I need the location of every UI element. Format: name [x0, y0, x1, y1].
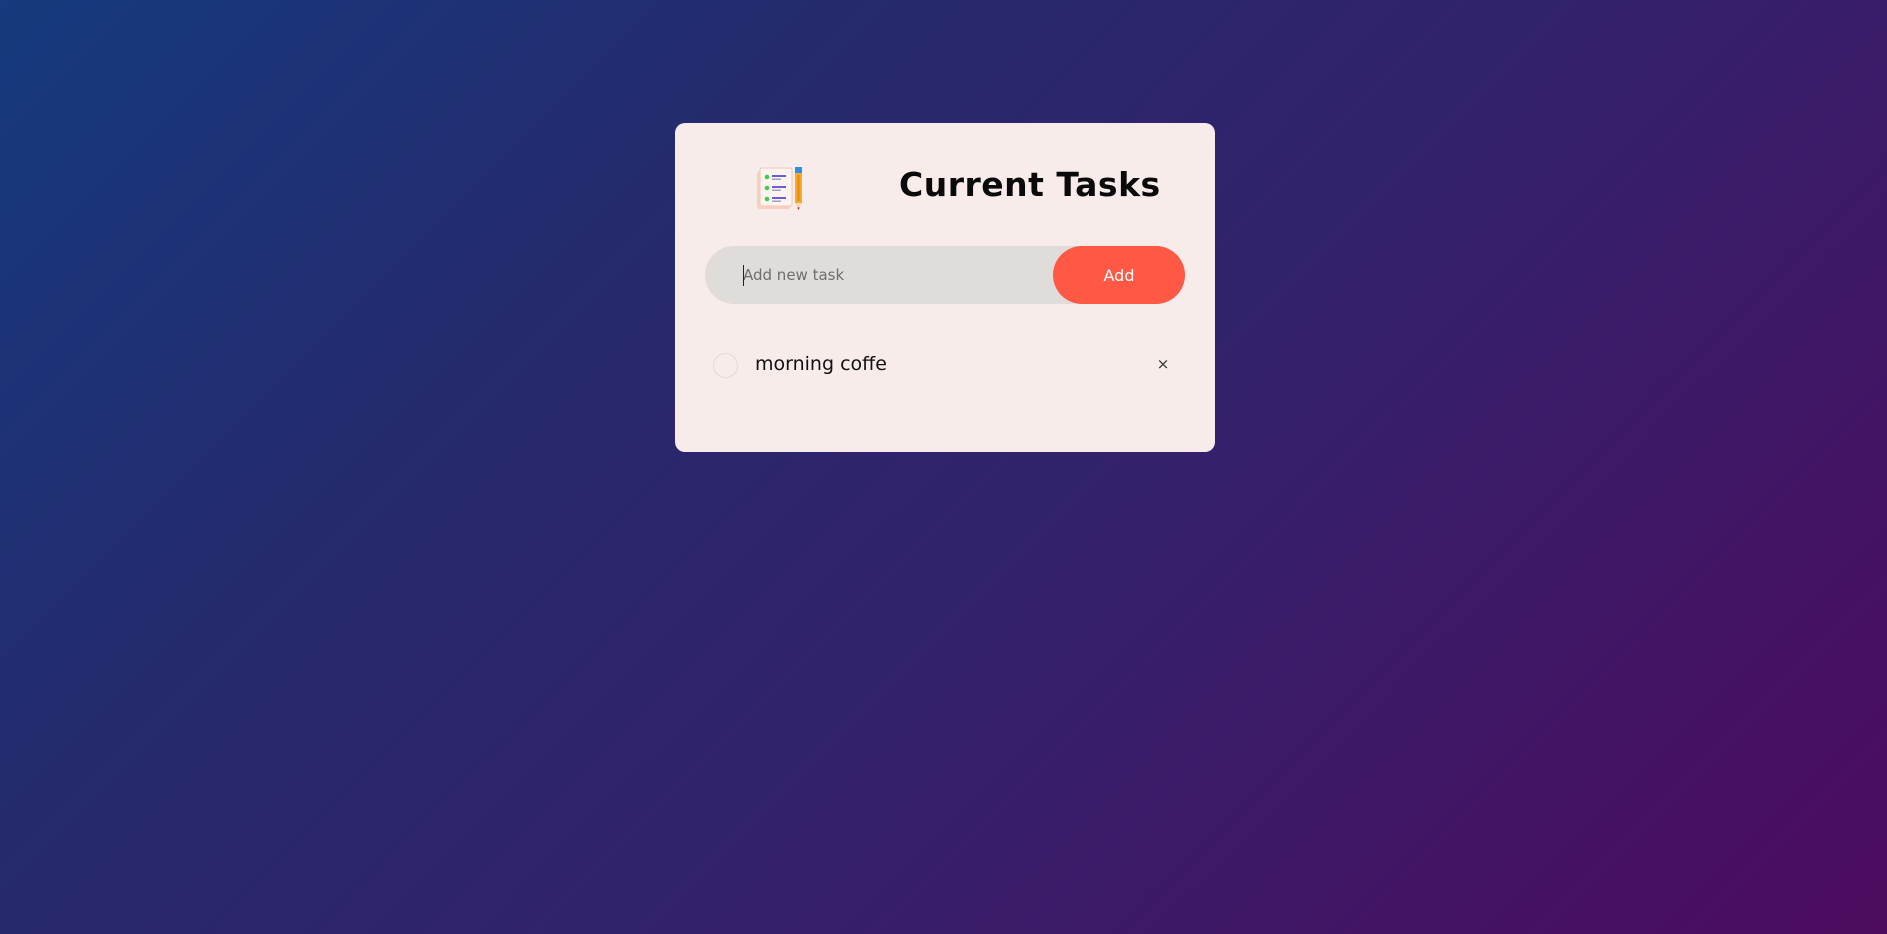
add-task-button[interactable]: Add	[1053, 246, 1185, 304]
text-cursor	[743, 265, 744, 286]
card-header: Current Tasks	[675, 123, 1215, 243]
checklist-notepad-pencil-icon	[755, 167, 805, 211]
task-list: morning coffe ×	[705, 341, 1185, 391]
task-item[interactable]: morning coffe ×	[705, 341, 1185, 391]
new-task-input[interactable]	[705, 246, 1045, 304]
page-title: Current Tasks	[899, 165, 1161, 204]
todo-card: Current Tasks Add morning coffe ×	[675, 123, 1215, 452]
close-icon[interactable]: ×	[1151, 352, 1175, 376]
task-text: morning coffe	[755, 353, 887, 375]
add-task-form: Add	[705, 246, 1185, 304]
task-checkbox[interactable]	[713, 353, 738, 378]
